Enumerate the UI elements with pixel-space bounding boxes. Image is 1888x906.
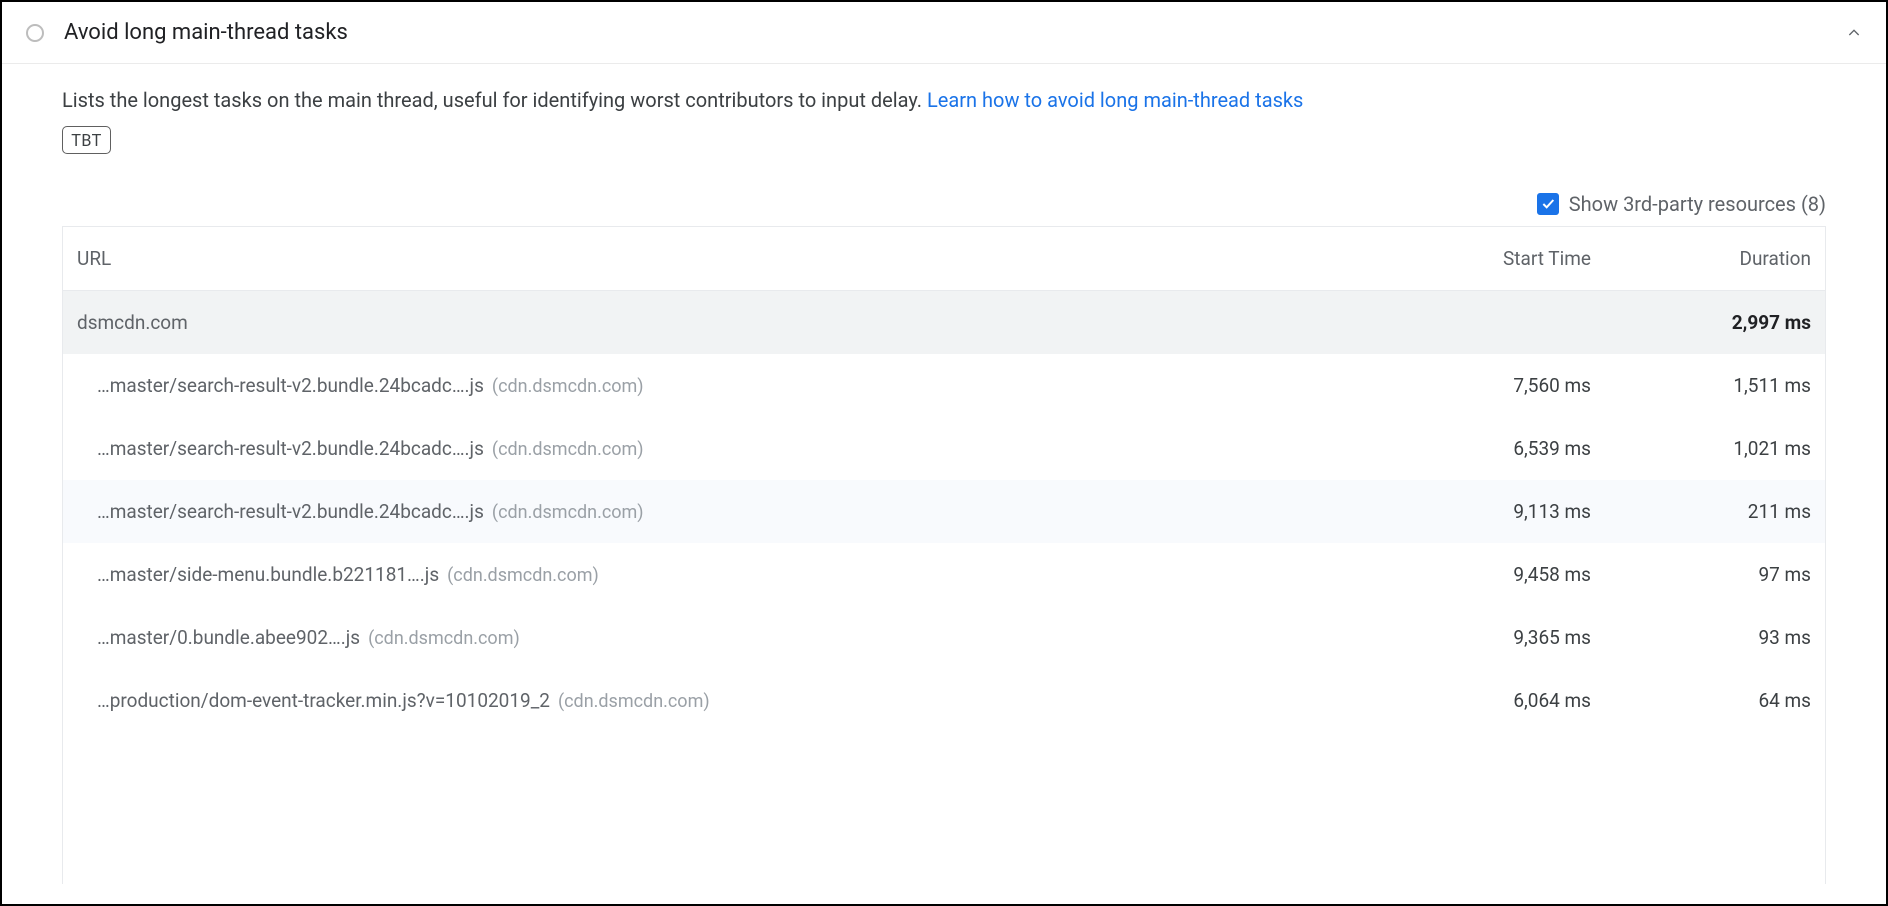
task-url-path[interactable]: …master/0.bundle.abee902….js <box>97 626 360 649</box>
learn-more-link[interactable]: Learn how to avoid long main-thread task… <box>927 88 1303 112</box>
task-url-path[interactable]: …master/search-result-v2.bundle.24bcadc…… <box>97 437 484 460</box>
col-header-duration[interactable]: Duration <box>1605 227 1825 291</box>
task-url-origin: (cdn.dsmcdn.com) <box>447 565 599 586</box>
table-row[interactable]: …master/side-menu.bundle.b221181….js (cdn… <box>63 543 1825 606</box>
task-duration: 97 ms <box>1605 543 1825 606</box>
task-url-origin: (cdn.dsmcdn.com) <box>492 502 644 523</box>
table-row[interactable]: …master/search-result-v2.bundle.24bcadc…… <box>63 417 1825 480</box>
audit-header[interactable]: Avoid long main-thread tasks <box>2 2 1886 64</box>
task-url-cell: …master/side-menu.bundle.b221181….js (cdn… <box>63 543 1385 606</box>
task-duration: 1,511 ms <box>1605 354 1825 417</box>
third-party-checkbox[interactable] <box>1537 193 1559 215</box>
tasks-table: URL Start Time Duration dsmcdn.com 2,997… <box>63 227 1825 732</box>
group-start <box>1385 291 1605 355</box>
table-row[interactable]: …master/search-result-v2.bundle.24bcadc…… <box>63 480 1825 543</box>
task-duration: 211 ms <box>1605 480 1825 543</box>
task-url-origin: (cdn.dsmcdn.com) <box>558 691 710 712</box>
task-start-time: 6,064 ms <box>1385 669 1605 732</box>
task-url-cell: …master/search-result-v2.bundle.24bcadc…… <box>63 480 1385 543</box>
table-row[interactable]: …production/dom-event-tracker.min.js?v=1… <box>63 669 1825 732</box>
task-start-time: 6,539 ms <box>1385 417 1605 480</box>
task-url-origin: (cdn.dsmcdn.com) <box>492 439 644 460</box>
audit-title: Avoid long main-thread tasks <box>64 20 1826 45</box>
task-url-cell: …production/dom-event-tracker.min.js?v=1… <box>63 669 1385 732</box>
group-name: dsmcdn.com <box>63 291 1385 355</box>
third-party-toggle-label[interactable]: Show 3rd-party resources (8) <box>1569 192 1826 216</box>
table-row[interactable]: …master/0.bundle.abee902….js (cdn.dsmcdn.… <box>63 606 1825 669</box>
badge-row: TBT <box>62 124 1826 154</box>
task-duration: 64 ms <box>1605 669 1825 732</box>
task-duration: 93 ms <box>1605 606 1825 669</box>
third-party-toggle-row: Show 3rd-party resources (8) <box>62 192 1826 216</box>
audit-description: Lists the longest tasks on the main thre… <box>62 84 1826 116</box>
task-url-cell: …master/0.bundle.abee902….js (cdn.dsmcdn.… <box>63 606 1385 669</box>
task-start-time: 7,560 ms <box>1385 354 1605 417</box>
task-url-origin: (cdn.dsmcdn.com) <box>368 628 520 649</box>
task-url-path[interactable]: …master/side-menu.bundle.b221181….js <box>97 563 439 586</box>
task-url-path[interactable]: …master/search-result-v2.bundle.24bcadc…… <box>97 500 484 523</box>
audit-description-text: Lists the longest tasks on the main thre… <box>62 88 927 112</box>
group-duration: 2,997 ms <box>1605 291 1825 355</box>
task-url-path[interactable]: …master/search-result-v2.bundle.24bcadc…… <box>97 374 484 397</box>
tasks-table-wrap: URL Start Time Duration dsmcdn.com 2,997… <box>62 226 1826 884</box>
status-circle-icon <box>26 24 44 42</box>
task-duration: 1,021 ms <box>1605 417 1825 480</box>
tbt-badge: TBT <box>62 126 111 154</box>
table-header-row: URL Start Time Duration <box>63 227 1825 291</box>
task-url-origin: (cdn.dsmcdn.com) <box>492 376 644 397</box>
task-url-path[interactable]: …production/dom-event-tracker.min.js?v=1… <box>97 689 550 712</box>
task-url-cell: …master/search-result-v2.bundle.24bcadc…… <box>63 417 1385 480</box>
chevron-up-icon[interactable] <box>1846 25 1862 41</box>
task-url-cell: …master/search-result-v2.bundle.24bcadc…… <box>63 354 1385 417</box>
col-header-url[interactable]: URL <box>63 227 1385 291</box>
audit-panel: Avoid long main-thread tasks Lists the l… <box>0 0 1888 906</box>
col-header-start[interactable]: Start Time <box>1385 227 1605 291</box>
table-row[interactable]: …master/search-result-v2.bundle.24bcadc…… <box>63 354 1825 417</box>
task-start-time: 9,365 ms <box>1385 606 1605 669</box>
audit-body: Lists the longest tasks on the main thre… <box>2 64 1886 904</box>
task-start-time: 9,113 ms <box>1385 480 1605 543</box>
table-group-row[interactable]: dsmcdn.com 2,997 ms <box>63 291 1825 355</box>
task-start-time: 9,458 ms <box>1385 543 1605 606</box>
